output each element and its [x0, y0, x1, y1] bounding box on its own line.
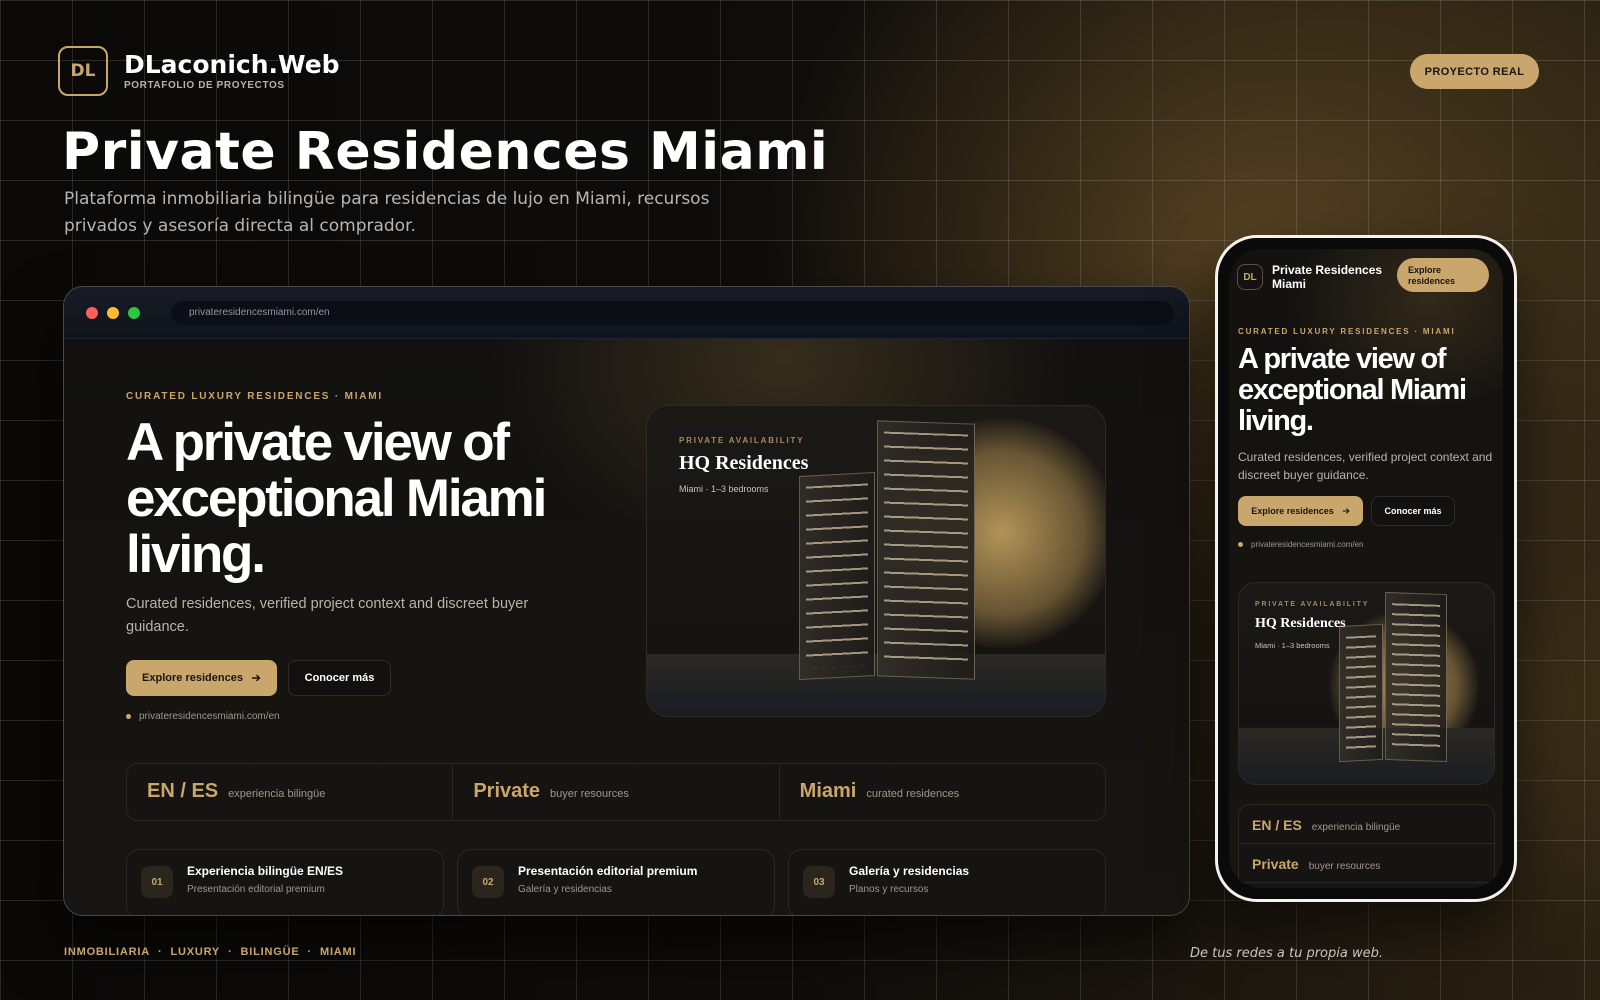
- phone-stat-item: EN / ES experiencia bilingüe: [1238, 804, 1495, 844]
- stat-item: Miami curated residences: [780, 764, 1105, 820]
- stat-label: buyer resources: [1308, 861, 1381, 872]
- phone-stat-item: Private buyer resources: [1238, 843, 1495, 883]
- phone-url-text: privateresidencesmiami.com/en: [1251, 540, 1364, 549]
- arrow-right-icon: [1342, 508, 1350, 514]
- feature-title: Presentación editorial premium: [518, 864, 698, 878]
- stat-label: buyer resources: [550, 788, 629, 800]
- feature-number: 01: [141, 866, 173, 898]
- explore-residences-label: Explore residences: [142, 672, 243, 684]
- close-window-dot: [86, 306, 98, 319]
- residence-visual-card[interactable]: PRIVATE AVAILABILITY HQ Residences Miami…: [646, 405, 1106, 717]
- feature-number: 03: [803, 866, 835, 898]
- phone-residence-visual-card[interactable]: PRIVATE AVAILABILITY HQ Residences Miami…: [1238, 582, 1495, 785]
- feature-title: Experiencia bilingüe EN/ES: [187, 864, 344, 878]
- project-badge: PROYECTO REAL: [1410, 54, 1539, 89]
- brand-name: DLaconich.Web: [124, 49, 340, 79]
- tower-left: [799, 472, 875, 680]
- hero-heading: A private view of exceptional Miami livi…: [126, 413, 547, 584]
- footer-tagline: De tus redes a tu propia web.: [1190, 946, 1383, 961]
- footer-tag: LUXURY: [170, 946, 221, 958]
- stat-item: Private buyer resources: [453, 764, 780, 820]
- footer-separator: ·: [228, 946, 233, 958]
- phone-card-subtitle: Miami · 1–3 bedrooms: [1255, 641, 1330, 650]
- feature-subtitle: Galería y residencias: [518, 884, 612, 895]
- feature-subtitle: Planos y recursos: [849, 884, 929, 895]
- project-title: Private Residences Miami: [62, 122, 829, 182]
- stat-item: EN / ES experiencia bilingüe: [127, 764, 454, 820]
- conocer-mas-button[interactable]: Conocer más: [288, 660, 391, 696]
- brand-logo: DL: [58, 46, 108, 96]
- mobile-phone-mockup: DL Private Residences Miami Explore resi…: [1215, 235, 1517, 902]
- stat-value: Miami: [799, 780, 857, 802]
- stat-label: experiencia bilingüe: [228, 788, 326, 800]
- phone-site-logo: DL: [1237, 264, 1263, 290]
- arrow-right-icon: [251, 674, 261, 682]
- minimize-window-dot: [107, 306, 119, 319]
- brand-subtitle: PORTAFOLIO DE PROYECTOS: [124, 79, 285, 91]
- phone-hero-heading: A private view of exceptional Miami livi…: [1238, 343, 1467, 437]
- phone-hero-paragraph: Curated residences, verified project con…: [1238, 450, 1493, 482]
- feature-title: Galería y residencias: [849, 864, 970, 878]
- phone-url-note: privateresidencesmiami.com/en: [1238, 540, 1364, 549]
- gold-dot-icon: [1238, 542, 1243, 547]
- gold-dot-icon: [126, 714, 131, 719]
- phone-site-brand: Private Residences Miami: [1272, 263, 1383, 291]
- explore-residences-button[interactable]: Explore residences: [126, 660, 277, 696]
- phone-hero-kicker: CURATED LUXURY RESIDENCES · MIAMI: [1238, 327, 1456, 336]
- footer-tag: BILINGÜE: [240, 946, 300, 958]
- phone-site-header: DL Private Residences Miami Explore resi…: [1229, 249, 1503, 305]
- stat-label: experiencia bilingüe: [1311, 822, 1401, 833]
- feature-number: 02: [472, 866, 504, 898]
- browser-toolbar: privateresidencesmiami.com/en: [64, 287, 1189, 339]
- card-title: HQ Residences: [679, 452, 809, 474]
- tower-left: [1339, 623, 1383, 763]
- browser-address-bar: privateresidencesmiami.com/en: [171, 300, 1174, 325]
- brand-header: DL DLaconich.Web PORTAFOLIO DE PROYECTOS: [58, 46, 340, 96]
- stats-bar: EN / ES experiencia bilingüe Private buyer…: [126, 763, 1106, 821]
- phone-explore-residences-button[interactable]: Explore residences: [1238, 496, 1363, 526]
- footer-tag: MIAMI: [319, 946, 357, 958]
- stat-value: EN / ES: [1252, 817, 1302, 833]
- feature-card[interactable]: 01 Experiencia bilingüe EN/ES Presentació…: [126, 849, 444, 915]
- phone-card-kicker: PRIVATE AVAILABILITY: [1255, 601, 1370, 608]
- site-hero: CURATED LUXURY RESIDENCES · MIAMI A priv…: [64, 339, 1189, 915]
- footer-tags: INMOBILIARIA · LUXURY · BILINGÜE · MIAMI: [64, 946, 356, 958]
- stat-value: Private: [1252, 856, 1299, 872]
- stat-value: EN / ES: [147, 780, 219, 802]
- footer-separator: ·: [307, 946, 312, 958]
- desktop-browser-mockup: privateresidencesmiami.com/en CURATED LU…: [63, 286, 1190, 916]
- footer-tag: INMOBILIARIA: [64, 946, 150, 958]
- stat-value: Private: [473, 780, 541, 802]
- card-kicker: PRIVATE AVAILABILITY: [679, 436, 805, 445]
- phone-header-explore-button[interactable]: Explore residences: [1397, 258, 1489, 292]
- footer-separator: ·: [157, 946, 163, 958]
- hero-kicker: CURATED LUXURY RESIDENCES · MIAMI: [126, 391, 384, 402]
- stat-label: curated residences: [866, 788, 960, 800]
- hero-paragraph: Curated residences, verified project con…: [126, 596, 529, 635]
- feature-subtitle: Presentación editorial premium: [187, 884, 325, 895]
- tower-right: [877, 420, 975, 680]
- phone-screen: DL Private Residences Miami Explore resi…: [1229, 249, 1503, 888]
- phone-card-title: HQ Residences: [1255, 616, 1346, 631]
- card-subtitle: Miami · 1–3 bedrooms: [679, 484, 769, 494]
- phone-conocer-mas-button[interactable]: Conocer más: [1371, 496, 1455, 526]
- site-url-note: privateresidencesmiami.com/en: [126, 711, 280, 722]
- phone-explore-label: Explore residences: [1251, 506, 1334, 516]
- site-url-text: privateresidencesmiami.com/en: [139, 711, 280, 722]
- feature-card[interactable]: 02 Presentación editorial premium Galería…: [457, 849, 775, 915]
- card-floor: [647, 654, 1105, 716]
- maximize-window-dot: [128, 306, 140, 319]
- feature-card[interactable]: 03 Galería y residencias Planos y recurso…: [788, 849, 1106, 915]
- project-description: Plataforma inmobiliaria bilingüe para re…: [64, 189, 710, 236]
- tower-right: [1385, 591, 1447, 763]
